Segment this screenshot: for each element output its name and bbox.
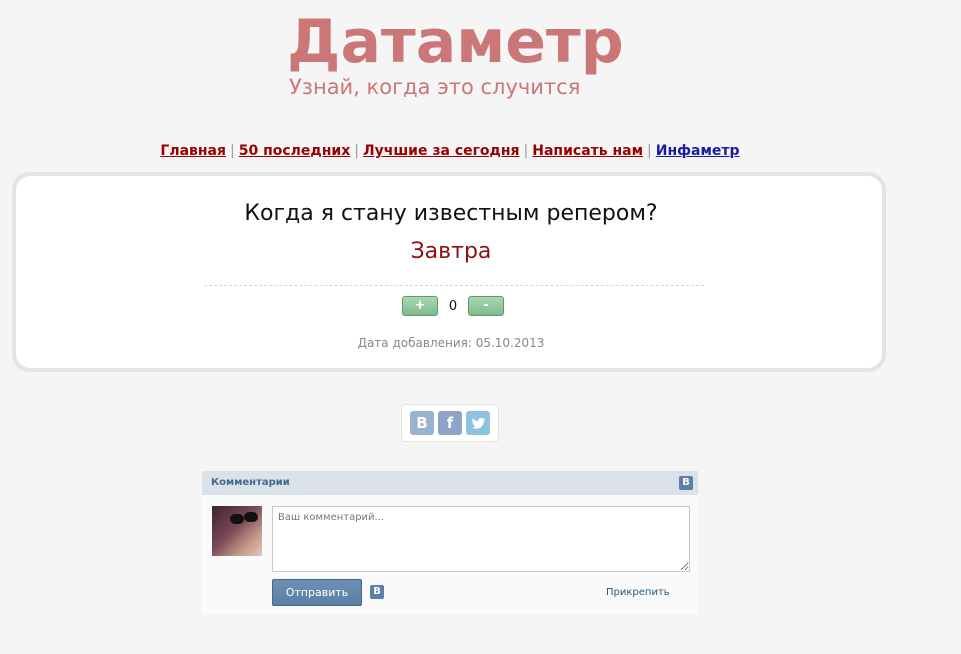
vk-share-icon[interactable]: В [370, 585, 384, 599]
vote-widget: + 0 - [402, 296, 504, 316]
vk-comments-widget: Комментарии В Отправить В Прикрепить [202, 471, 698, 614]
twitter-bird-icon [472, 417, 486, 429]
nav-link-contact[interactable]: Написать нам [532, 143, 643, 159]
vote-minus-button[interactable]: - [468, 296, 504, 316]
main-nav: Главная | 50 последних | Лучшие за сегодня | Н… [0, 142, 900, 160]
facebook-icon[interactable]: f [438, 411, 462, 435]
nav-separator: | [647, 143, 652, 159]
site-logo[interactable]: Датаметр [287, 6, 624, 78]
nav-link-best-today[interactable]: Лучшие за сегодня [363, 143, 520, 159]
comments-title: Комментарии [211, 477, 290, 488]
nav-link-latest-50[interactable]: 50 последних [239, 143, 351, 159]
nav-link-infameter[interactable]: Инфаметр [656, 143, 740, 159]
attach-link[interactable]: Прикрепить [606, 587, 670, 598]
date-added: Дата добавления: 05.10.2013 [357, 336, 545, 350]
vote-plus-button[interactable]: + [402, 296, 438, 316]
nav-separator: | [354, 143, 359, 159]
vk-logo-icon[interactable]: В [679, 476, 693, 490]
share-box: В f [401, 404, 499, 442]
avatar [212, 506, 262, 556]
site-tagline: Узнай, когда это случится [289, 75, 581, 99]
nav-separator: | [230, 143, 235, 159]
avatar-sunglasses [244, 512, 258, 522]
divider [204, 285, 704, 286]
twitter-icon[interactable] [466, 411, 490, 435]
avatar-sunglasses [230, 514, 244, 524]
nav-link-home[interactable]: Главная [160, 143, 226, 159]
comments-header: Комментарии В [202, 471, 698, 495]
question-text: Когда я стану известным репером? [244, 201, 658, 226]
send-button[interactable]: Отправить [272, 579, 362, 606]
vote-count: 0 [448, 298, 458, 314]
comment-input[interactable] [272, 506, 690, 572]
prediction-card: Когда я стану известным репером? Завтра … [12, 172, 886, 372]
vk-icon[interactable]: В [410, 411, 434, 435]
page: Датаметр Узнай, когда это случится Главн… [0, 0, 961, 654]
nav-separator: | [523, 143, 529, 159]
answer-text: Завтра [410, 239, 492, 264]
